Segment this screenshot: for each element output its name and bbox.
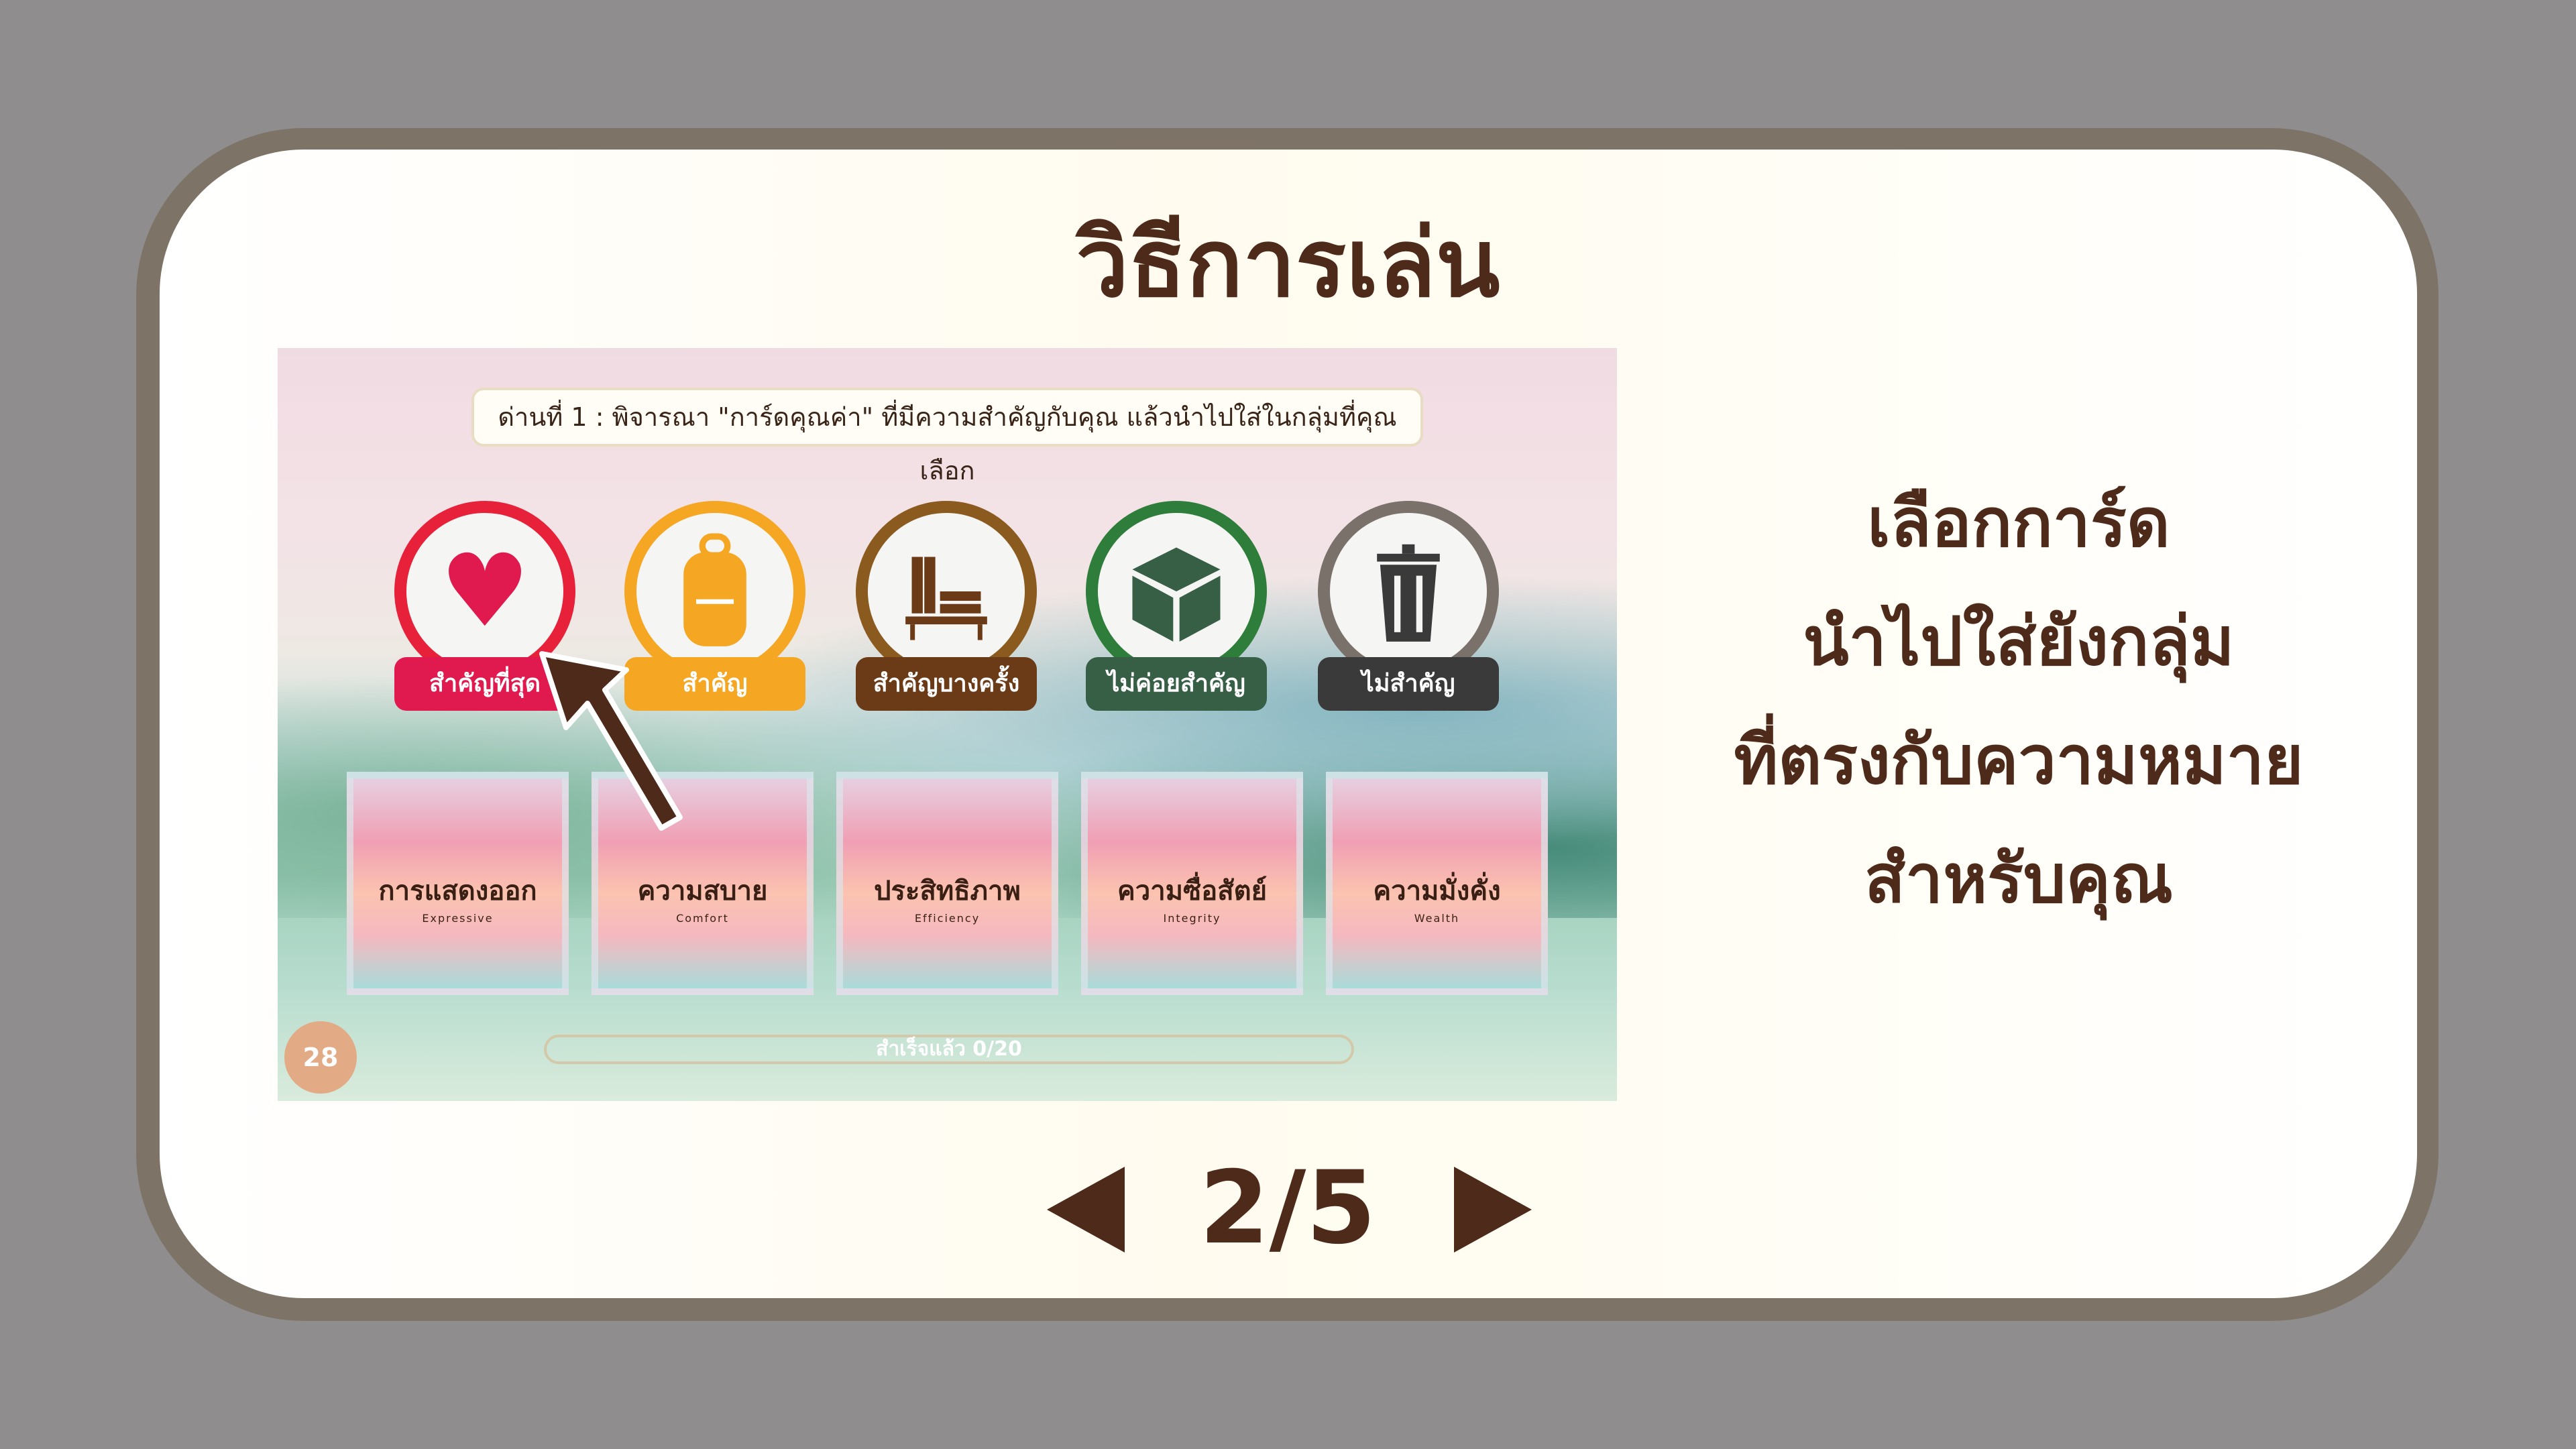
instruction-line: ที่ตรงกับความหมาย bbox=[1734, 721, 2304, 799]
triangle-left-icon[interactable] bbox=[1047, 1167, 1125, 1253]
triangle-right-icon[interactable] bbox=[1454, 1167, 1532, 1253]
instruction-line: สำหรับคุณ bbox=[1864, 839, 2173, 918]
timer-badge: 28 bbox=[284, 1021, 357, 1094]
pointer-arrow-icon bbox=[539, 651, 683, 831]
game-screenshot: ด่านที่ 1 : พิจารณา "การ์ดคุณค่า" ที่มีค… bbox=[278, 348, 1617, 1101]
instruction-line: เลือกการ์ด bbox=[1867, 483, 2170, 562]
instruction-line: นำไปใส่ยังกลุ่ม bbox=[1803, 602, 2235, 681]
page-indicator: 2/5 bbox=[1199, 1150, 1376, 1267]
progress-bar: สำเร็จแล้ว 0/20 bbox=[544, 1035, 1354, 1064]
page-title: วิธีการเล่น bbox=[1076, 209, 1500, 318]
